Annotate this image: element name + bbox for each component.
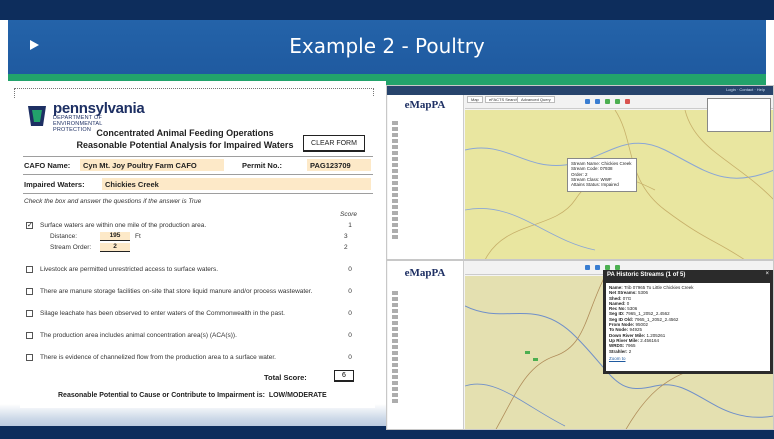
question-checkbox[interactable] bbox=[26, 288, 33, 295]
question-checkbox[interactable] bbox=[26, 332, 33, 339]
zoom-to-link[interactable]: Zoom to bbox=[609, 356, 767, 361]
popup-body: Name: Trib 07965 To Little Chickies Cree… bbox=[606, 283, 770, 371]
zoom-in-icon[interactable] bbox=[585, 265, 590, 270]
instructions: Check the box and answer the questions i… bbox=[24, 198, 202, 205]
stream-attribute-popup: PA Historic Streams (1 of 5) Name: Trib … bbox=[603, 270, 773, 374]
layer-tree bbox=[392, 121, 460, 241]
agency-dept-line1: DEPARTMENT OF ENVIRONMENTAL bbox=[53, 115, 103, 127]
impaired-waters-label: Impaired Waters: bbox=[24, 180, 85, 189]
question-score: 0 bbox=[348, 332, 352, 339]
distance-label: Distance: bbox=[50, 233, 78, 240]
layer-tree bbox=[392, 291, 460, 405]
clear-form-button[interactable]: CLEAR FORM bbox=[303, 135, 365, 152]
tab-map[interactable]: Map bbox=[467, 96, 483, 103]
emap-logo: eMapPA bbox=[404, 267, 446, 279]
pa-keystone-logo-icon bbox=[28, 106, 46, 126]
question-score: 0 bbox=[348, 354, 352, 361]
zoom-out-icon[interactable] bbox=[595, 265, 600, 270]
divider bbox=[23, 174, 373, 175]
question-text: Livestock are permitted unrestricted acc… bbox=[40, 266, 219, 273]
question-text: Silage leachate has been observed to ent… bbox=[40, 310, 285, 317]
pan-icon[interactable] bbox=[605, 99, 610, 104]
divider bbox=[23, 156, 373, 157]
question-score: 0 bbox=[348, 310, 352, 317]
question-text: There are manure storage facilities on-s… bbox=[40, 288, 313, 295]
total-score-label: Total Score: bbox=[264, 373, 307, 382]
question-text: Surface waters are within one mile of th… bbox=[40, 222, 207, 229]
tab-advanced-query[interactable]: Advanced Query bbox=[517, 96, 555, 103]
clear-icon[interactable] bbox=[625, 99, 630, 104]
divider bbox=[23, 193, 373, 194]
question-checkbox[interactable] bbox=[26, 310, 33, 317]
emap-header: Login · Contact · Help bbox=[387, 86, 773, 95]
emap-screenshot-top: Login · Contact · Help eMapPA Map eFACTS… bbox=[386, 85, 774, 260]
emap-logo: eMapPA bbox=[404, 99, 446, 111]
cafo-name-label: CAFO Name: bbox=[24, 161, 71, 170]
reasonable-potential-label: Reasonable Potential to Cause or Contrib… bbox=[58, 392, 327, 399]
emap-left-panel: eMapPA bbox=[388, 95, 464, 259]
rp-value: LOW/MODERATE bbox=[268, 392, 327, 399]
total-score-field[interactable]: 6 bbox=[334, 370, 354, 382]
question-text: The production area includes animal conc… bbox=[40, 332, 237, 339]
distance-unit: Ft bbox=[135, 233, 141, 240]
question-score: 0 bbox=[348, 288, 352, 295]
map-identify-popup: Stream Name: Chickies Creek Stream Code:… bbox=[567, 158, 637, 192]
question-text: There is evidence of channelized flow fr… bbox=[40, 354, 276, 361]
stream-order-score: 2 bbox=[344, 244, 348, 251]
distance-field[interactable]: 195 bbox=[100, 232, 130, 241]
stream-order-label: Stream Order: bbox=[50, 244, 92, 251]
popup-line: Attains Status: Impaired bbox=[571, 182, 619, 188]
bullet-arrow-icon bbox=[30, 40, 39, 50]
emap-left-panel: eMapPA bbox=[388, 261, 464, 429]
top-strip bbox=[0, 0, 774, 20]
stream-order-field[interactable]: 2 bbox=[100, 243, 130, 252]
close-icon[interactable]: × bbox=[765, 271, 769, 277]
accent-bar bbox=[8, 74, 766, 81]
zoom-out-icon[interactable] bbox=[595, 99, 600, 104]
popup-title: PA Historic Streams (1 of 5) bbox=[607, 272, 686, 278]
question-checkbox[interactable] bbox=[26, 354, 33, 361]
emap-screenshot-bottom: eMapPA PA Historic Streams (1 of 5) Name… bbox=[386, 260, 774, 430]
form-title-line2: Reasonable Potential Analysis for Impair… bbox=[76, 140, 294, 150]
impaired-waters-field[interactable]: Chickies Creek bbox=[102, 178, 371, 190]
question-checkbox[interactable] bbox=[26, 266, 33, 273]
question-score: 1 bbox=[348, 222, 352, 229]
title-bar: Example 2 - Poultry bbox=[8, 20, 766, 74]
attr-row: Strahler: 2 bbox=[609, 348, 632, 354]
zoom-in-icon[interactable] bbox=[585, 99, 590, 104]
distance-score: 3 bbox=[344, 233, 348, 240]
rpa-form: pennsylvania DEPARTMENT OF ENVIRONMENTAL… bbox=[20, 96, 375, 408]
cafo-name-field[interactable]: Cyn Mt. Joy Poultry Farm CAFO bbox=[80, 159, 224, 171]
question-score: 0 bbox=[348, 266, 352, 273]
slide: Example 2 - Poultry pennsylvania DEPARTM… bbox=[0, 0, 774, 439]
map-canvas-top[interactable]: Stream Name: Chickies Creek Stream Code:… bbox=[465, 110, 773, 259]
score-header: Score bbox=[340, 211, 357, 218]
rp-label-text: Reasonable Potential to Cause or Contrib… bbox=[58, 392, 265, 399]
form-title-line1: Concentrated Animal Feeding Operations bbox=[96, 128, 274, 138]
permit-label: Permit No.: bbox=[242, 161, 283, 170]
permit-field[interactable]: PAG123709 bbox=[307, 159, 371, 171]
overview-panel bbox=[707, 98, 771, 132]
slide-title: Example 2 - Poultry bbox=[289, 34, 485, 58]
question-checkbox[interactable]: ✓ bbox=[26, 222, 33, 229]
identify-icon[interactable] bbox=[615, 99, 620, 104]
